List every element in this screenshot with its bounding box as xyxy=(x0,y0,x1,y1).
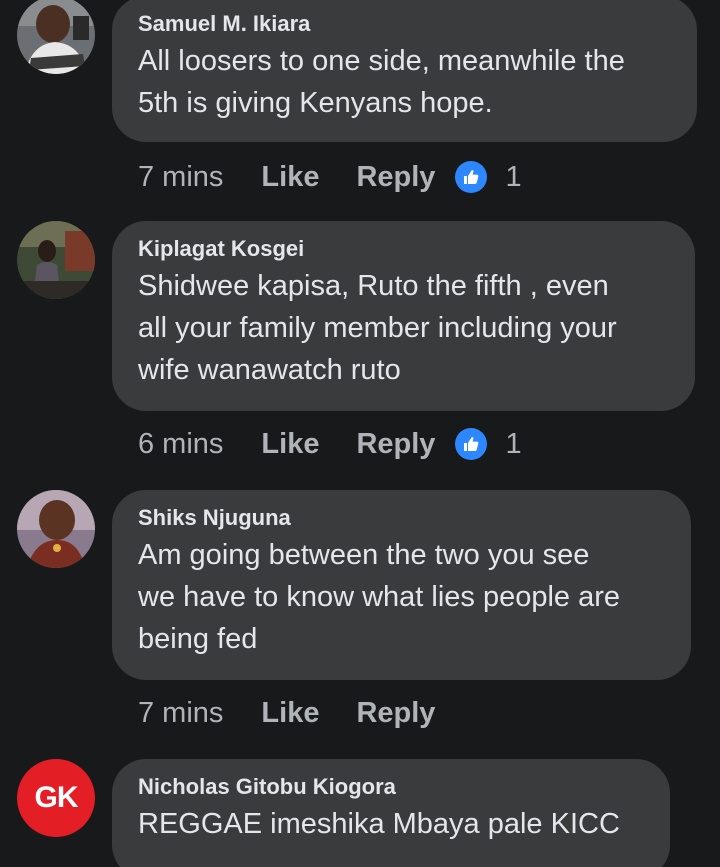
comment-author[interactable]: Nicholas Gitobu Kiogora xyxy=(138,773,644,801)
comment-author[interactable]: Samuel M. Ikiara xyxy=(138,10,671,38)
comment-author[interactable]: Shiks Njuguna xyxy=(138,504,665,532)
comment-bubble: Nicholas Gitobu Kiogora REGGAE imeshika … xyxy=(112,759,670,867)
like-button[interactable]: Like xyxy=(261,161,319,194)
reply-button[interactable]: Reply xyxy=(356,697,435,730)
comment-time[interactable]: 6 mins xyxy=(138,428,223,461)
avatar-photo xyxy=(17,490,95,568)
comment-actions: 7 mins Like Reply 1 xyxy=(138,157,522,197)
comment-text: Am going between the two you see we have… xyxy=(138,534,665,660)
like-button[interactable]: Like xyxy=(261,697,319,730)
comment-text-line: Am going between the two you see xyxy=(138,539,590,571)
comment-text-line: being fed xyxy=(138,623,258,655)
comment-bubble: Samuel M. Ikiara All loosers to one side… xyxy=(112,0,697,142)
thumbs-up-icon xyxy=(455,161,488,193)
avatar[interactable] xyxy=(17,221,95,299)
comment-text-line: all your family member including your xyxy=(138,312,617,344)
reply-button[interactable]: Reply xyxy=(356,428,435,461)
comment-text-line: REGGAE imeshika Mbaya pale KICC xyxy=(138,808,620,840)
avatar[interactable] xyxy=(17,490,95,568)
comment-text-line: Shidwee kapisa, Ruto the fifth , even xyxy=(138,270,609,302)
comment-text: Shidwee kapisa, Ruto the fifth , even al… xyxy=(138,265,669,391)
comment-text-line: wife wanawatch ruto xyxy=(138,354,401,386)
comment-author[interactable]: Kiplagat Kosgei xyxy=(138,235,669,263)
comment-text: REGGAE imeshika Mbaya pale KICC xyxy=(138,803,644,845)
avatar-photo xyxy=(17,0,95,74)
comment-feed: Samuel M. Ikiara All loosers to one side… xyxy=(0,0,720,867)
comment-time[interactable]: 7 mins xyxy=(138,161,223,194)
reaction-count: 1 xyxy=(505,427,522,460)
comment-bubble: Shiks Njuguna Am going between the two y… xyxy=(112,490,691,680)
like-button[interactable]: Like xyxy=(261,428,319,461)
avatar-photo xyxy=(17,221,95,299)
comment-text-line: All loosers to one side, meanwhile the xyxy=(138,45,625,77)
comment-text: All loosers to one side, meanwhile the 5… xyxy=(138,40,671,124)
avatar-initials: GK xyxy=(34,781,79,814)
avatar[interactable]: GK xyxy=(17,759,95,837)
comment-bubble: Kiplagat Kosgei Shidwee kapisa, Ruto the… xyxy=(112,221,695,411)
comment-actions: 6 mins Like Reply 1 xyxy=(138,424,522,464)
reaction-summary[interactable]: 1 xyxy=(455,427,522,461)
reaction-count: 1 xyxy=(505,160,522,193)
comment-time[interactable]: 7 mins xyxy=(138,697,223,730)
reaction-summary[interactable]: 1 xyxy=(455,160,522,194)
comment-text-line: 5th is giving Kenyans hope. xyxy=(138,87,493,119)
avatar[interactable] xyxy=(17,0,95,74)
thumbs-up-icon xyxy=(455,428,488,460)
comment-text-line: we have to know what lies people are xyxy=(138,581,621,613)
comment-actions: 7 mins Like Reply xyxy=(138,693,435,733)
reply-button[interactable]: Reply xyxy=(356,161,435,194)
